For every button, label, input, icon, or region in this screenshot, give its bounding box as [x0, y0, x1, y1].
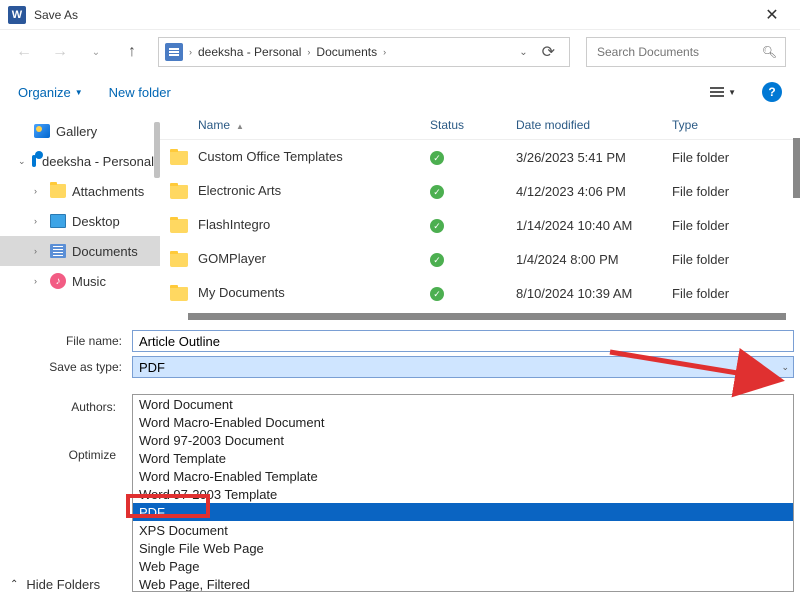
music-icon: ♪	[50, 273, 66, 289]
folder-icon	[50, 184, 66, 198]
savetype-option[interactable]: PDF	[133, 503, 793, 521]
chevron-right-icon[interactable]: ›	[34, 246, 44, 256]
synced-icon: ✓	[430, 151, 444, 165]
table-row[interactable]: Custom Office Templates✓3/26/2023 5:41 P…	[160, 140, 800, 174]
tree-gallery[interactable]: Gallery	[0, 116, 160, 146]
chevron-right-icon: ›	[189, 47, 192, 57]
folder-icon	[170, 185, 188, 199]
breadcrumb-folder[interactable]: Documents	[316, 45, 377, 59]
organize-label: Organize	[18, 85, 71, 100]
savetype-label: Save as type:	[6, 356, 132, 378]
synced-icon: ✓	[430, 287, 444, 301]
recent-chevron-icon[interactable]: ⌄	[86, 47, 106, 58]
filename-input[interactable]	[132, 330, 794, 352]
back-arrow-icon[interactable]: ←	[14, 43, 34, 61]
tree-onedrive[interactable]: ⌄ deeksha - Personal	[0, 146, 160, 176]
sort-asc-icon: ▲	[236, 122, 244, 131]
word-icon: W	[8, 6, 26, 24]
folder-icon	[170, 219, 188, 233]
file-list: Name▲ Status Date modified Type Custom O…	[160, 110, 800, 320]
search-icon[interactable]: 🔍︎	[762, 45, 777, 59]
chevron-down-icon[interactable]: ⌄	[519, 47, 527, 58]
savetype-option[interactable]: Single File Web Page	[133, 539, 793, 557]
window-title: Save As	[34, 8, 752, 22]
savetype-options[interactable]: Word DocumentWord Macro-Enabled Document…	[132, 394, 794, 592]
tree-desktop[interactable]: › Desktop	[0, 206, 160, 236]
authors-label: Authors:	[0, 398, 126, 416]
savetype-option[interactable]: XPS Document	[133, 521, 793, 539]
chevron-up-icon: ⌃	[10, 579, 18, 590]
optimize-label: Optimize	[0, 446, 126, 464]
new-folder-button[interactable]: New folder	[109, 85, 171, 100]
column-date[interactable]: Date modified	[506, 118, 662, 132]
savetype-option[interactable]: Word Template	[133, 449, 793, 467]
chevron-down-icon: ▼	[75, 88, 83, 97]
horizontal-scrollbar[interactable]	[188, 313, 786, 320]
tree-attachments[interactable]: › Attachments	[0, 176, 160, 206]
chevron-right-icon[interactable]: ›	[34, 216, 44, 226]
folder-tree: Gallery ⌄ deeksha - Personal › Attachmen…	[0, 110, 160, 320]
location-icon	[165, 43, 183, 61]
savetype-option[interactable]: Word 97-2003 Template	[133, 485, 793, 503]
up-arrow-icon[interactable]: ↑	[122, 43, 142, 61]
tree-label: Attachments	[72, 184, 144, 199]
documents-icon	[50, 244, 66, 258]
tree-documents[interactable]: › Documents	[0, 236, 160, 266]
column-type[interactable]: Type	[662, 118, 800, 132]
savetype-option[interactable]: Word Document	[133, 395, 793, 413]
table-row[interactable]: FlashIntegro✓1/14/2024 10:40 AMFile fold…	[160, 208, 800, 242]
tree-label: deeksha - Personal	[42, 154, 154, 169]
folder-icon	[170, 151, 188, 165]
desktop-icon	[50, 214, 66, 228]
hide-folders-button[interactable]: ⌃ Hide Folders	[10, 577, 100, 592]
tree-label: Documents	[72, 244, 138, 259]
list-view-icon	[710, 87, 724, 97]
forward-arrow-icon[interactable]: →	[50, 43, 70, 61]
table-row[interactable]: Electronic Arts✓4/12/2023 4:06 PMFile fo…	[160, 174, 800, 208]
chevron-right-icon: ›	[307, 47, 310, 57]
help-icon[interactable]: ?	[762, 82, 782, 102]
synced-icon: ✓	[430, 185, 444, 199]
savetype-option[interactable]: Web Page	[133, 557, 793, 575]
column-name[interactable]: Name▲	[160, 118, 420, 132]
refresh-icon[interactable]: ⟳	[534, 42, 563, 62]
file-scrollbar[interactable]	[793, 138, 800, 198]
synced-icon: ✓	[430, 219, 444, 233]
savetype-option[interactable]: Web Page, Filtered	[133, 575, 793, 592]
savetype-option[interactable]: Word Macro-Enabled Document	[133, 413, 793, 431]
chevron-right-icon[interactable]: ›	[34, 186, 44, 196]
tree-label: Music	[72, 274, 106, 289]
synced-icon: ✓	[430, 253, 444, 267]
column-status[interactable]: Status	[420, 118, 506, 132]
address-bar[interactable]: › deeksha - Personal › Documents › ⌄ ⟳	[158, 37, 570, 67]
close-icon[interactable]: ✕	[752, 5, 792, 25]
table-row[interactable]: GOMPlayer✓1/4/2024 8:00 PMFile folder	[160, 242, 800, 276]
chevron-down-icon[interactable]: ⌄	[18, 156, 26, 167]
breadcrumb-root[interactable]: deeksha - Personal	[198, 45, 301, 59]
folder-icon	[170, 287, 188, 301]
folder-icon	[170, 253, 188, 267]
chevron-right-icon[interactable]: ›	[34, 276, 44, 286]
chevron-down-icon: ⌄	[781, 362, 789, 373]
search-box[interactable]: 🔍︎	[586, 37, 786, 67]
table-row[interactable]: My Documents✓8/10/2024 10:39 AMFile fold…	[160, 276, 800, 310]
hide-folders-label: Hide Folders	[26, 577, 100, 592]
tree-label: Desktop	[72, 214, 120, 229]
savetype-dropdown[interactable]: PDF ⌄	[132, 356, 794, 378]
tree-music[interactable]: › ♪ Music	[0, 266, 160, 296]
organize-button[interactable]: Organize ▼	[18, 85, 83, 100]
onedrive-icon	[32, 155, 36, 167]
chevron-down-icon: ▼	[728, 88, 736, 97]
filename-label: File name:	[6, 330, 132, 352]
savetype-option[interactable]: Word Macro-Enabled Template	[133, 467, 793, 485]
tree-label: Gallery	[56, 124, 97, 139]
gallery-icon	[34, 124, 50, 138]
view-button[interactable]: ▼	[710, 87, 736, 97]
search-input[interactable]	[595, 44, 762, 60]
savetype-value: PDF	[139, 360, 165, 375]
chevron-right-icon: ›	[383, 47, 386, 57]
savetype-option[interactable]: Word 97-2003 Document	[133, 431, 793, 449]
